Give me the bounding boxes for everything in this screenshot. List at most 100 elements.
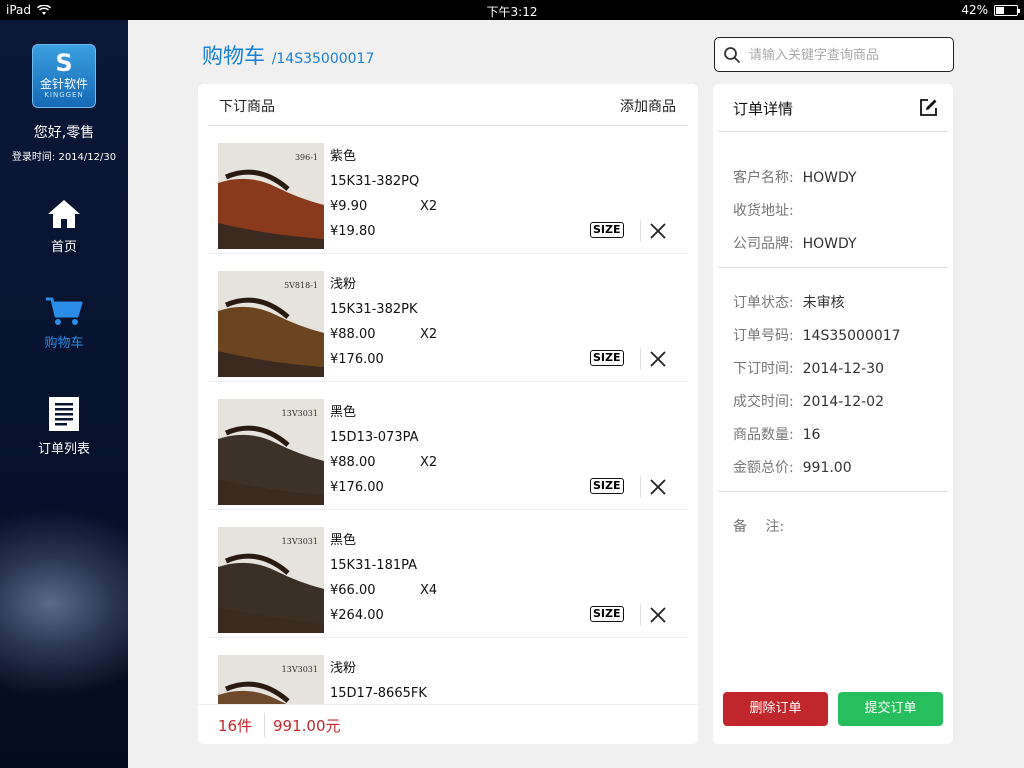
nav-cart-label: 购物车 <box>44 336 84 351</box>
cart-total-count: 16件 <box>218 717 253 735</box>
page-title: 购物车 /14S35000017 <box>202 40 374 70</box>
customer-label: 客户名称: <box>733 170 794 186</box>
product-quantity: X2 <box>420 199 438 214</box>
sidebar: S 金针软件 KINGGEN 您好,零售 登录时间: 2014/12/30 首页… <box>0 20 128 768</box>
app-logo: S 金针软件 KINGGEN <box>32 44 96 108</box>
product-color: 黑色 <box>330 405 357 420</box>
brand-value: HOWDY <box>802 236 857 252</box>
nav-order-list[interactable]: 订单列表 <box>0 396 128 457</box>
product-info: 浅粉 15D17-8665FK <box>330 656 427 704</box>
action-divider <box>640 604 641 626</box>
total-value: 991.00 <box>802 460 852 476</box>
size-button[interactable]: SIZE <box>590 606 624 622</box>
submit-order-button[interactable]: 提交订单 <box>838 692 943 726</box>
status-value: 未审核 <box>802 295 845 311</box>
product-color: 黑色 <box>330 533 357 548</box>
product-subtotal: ¥176.00 <box>330 480 384 495</box>
product-quantity: X2 <box>420 327 438 342</box>
quantity-row: 商品数量: 16 <box>733 424 820 444</box>
product-subtotal: ¥19.80 <box>330 224 376 239</box>
action-divider <box>640 220 641 242</box>
nav-home[interactable]: 首页 <box>0 198 128 255</box>
cart-footer: 16件 991.00元 <box>198 704 698 744</box>
cart-item[interactable]: 13V3031 黑色 15D13-073PA ¥88.00 ¥176.00 X2 SIZE <box>208 382 688 510</box>
product-tag: 396-1 <box>294 153 318 162</box>
remove-item-icon[interactable] <box>648 349 668 369</box>
list-icon <box>49 397 79 431</box>
search-icon <box>724 47 741 64</box>
order-detail-panel: 订单详情 客户名称: HOWDY 收货地址: 公司品牌: HOWDY 订单状态:… <box>713 84 953 744</box>
add-item-button[interactable]: 添加商品 <box>620 96 676 116</box>
action-divider <box>640 476 641 498</box>
cart-item-list[interactable]: 396-1 紫色 15K31-382PQ ¥9.90 ¥19.80 X2 SIZE 5V818… <box>208 126 688 704</box>
product-info: 紫色 15K31-382PQ ¥9.90 ¥19.80 X2 <box>330 144 437 244</box>
product-price: ¥88.00 <box>330 327 376 342</box>
cart-item[interactable]: 5V818-1 浅粉 15K31-382PK ¥88.00 ¥176.00 X2 SIZE <box>208 254 688 382</box>
product-tag: 13V3031 <box>281 665 318 674</box>
total-label: 金额总价: <box>733 460 794 476</box>
cart-total-amount: 991.00元 <box>273 717 341 735</box>
customer-row: 客户名称: HOWDY <box>733 167 857 187</box>
product-price: ¥88.00 <box>330 455 376 470</box>
footer-divider <box>264 713 265 737</box>
shoe-photo <box>218 655 324 704</box>
address-label: 收货地址: <box>733 203 794 219</box>
nav-home-label: 首页 <box>50 240 77 255</box>
action-divider <box>640 348 641 370</box>
order-detail-header: 订单详情 <box>718 84 948 132</box>
status-row: 订单状态: 未审核 <box>733 292 845 312</box>
cart-item[interactable]: 13V3031 黑色 15K31-181PA ¥66.00 ¥264.00 X4 SIZE <box>208 510 688 638</box>
product-tag: 13V3031 <box>281 409 318 418</box>
size-button[interactable]: SIZE <box>590 350 624 366</box>
status-bar: iPad 下午3:12 42% <box>0 0 1024 20</box>
cart-item[interactable]: 396-1 紫色 15K31-382PQ ¥9.90 ¥19.80 X2 SIZE <box>208 126 688 254</box>
order-time-label: 下订时间: <box>733 361 794 377</box>
size-button[interactable]: SIZE <box>590 478 624 494</box>
remove-item-icon[interactable] <box>648 605 668 625</box>
size-button[interactable]: SIZE <box>590 222 624 238</box>
product-image: 396-1 <box>218 143 324 249</box>
product-subtotal: ¥176.00 <box>330 352 384 367</box>
search-box[interactable] <box>714 37 954 72</box>
page-title-text: 购物车 <box>202 44 265 68</box>
cart-panel: 下订商品 添加商品 396-1 紫色 15K31-382PQ ¥9.90 ¥19.80 X… <box>198 84 698 744</box>
product-info: 浅粉 15K31-382PK ¥88.00 ¥176.00 X2 <box>330 272 437 372</box>
deal-time-label: 成交时间: <box>733 394 794 410</box>
edit-icon[interactable] <box>919 98 938 117</box>
remove-item-icon[interactable] <box>648 221 668 241</box>
product-tag: 13V3031 <box>281 537 318 546</box>
main-content: 购物车 /14S35000017 下订商品 添加商品 396-1 紫色 15K31-… <box>128 20 1024 768</box>
order-time-value: 2014-12-30 <box>802 361 884 377</box>
product-image: 13V3031 <box>218 399 324 505</box>
order-code: /14S35000017 <box>271 51 375 67</box>
product-tag: 5V818-1 <box>284 281 318 290</box>
total-row: 金额总价: 991.00 <box>733 457 852 477</box>
product-image: 13V3031 <box>218 527 324 633</box>
product-image: 13V3031 <box>218 655 324 704</box>
product-quantity: X2 <box>420 455 438 470</box>
logo-name: 金针软件 <box>39 77 88 91</box>
product-color: 浅粉 <box>330 277 357 292</box>
product-sku: 15D17-8665FK <box>330 686 427 701</box>
remove-item-icon[interactable] <box>648 477 668 497</box>
clock: 下午3:12 <box>486 5 538 19</box>
remark-row[interactable]: 备 注: <box>733 516 793 536</box>
cart-item[interactable]: 13V3031 浅粉 15D17-8665FK <box>208 638 688 704</box>
order-time-row: 下订时间: 2014-12-30 <box>733 358 884 378</box>
product-info: 黑色 15K31-181PA ¥66.00 ¥264.00 X4 <box>330 528 437 628</box>
search-input[interactable] <box>749 44 944 66</box>
home-icon <box>48 200 80 228</box>
deal-time-value: 2014-12-02 <box>802 394 884 410</box>
product-price: ¥9.90 <box>330 199 368 214</box>
nav-cart[interactable]: 购物车 <box>0 296 128 351</box>
delete-order-button[interactable]: 删除订单 <box>723 692 828 726</box>
order-number-row: 订单号码: 14S35000017 <box>733 325 901 345</box>
nav-order-list-label: 订单列表 <box>37 442 90 457</box>
divider <box>718 491 948 492</box>
product-quantity: X4 <box>420 583 438 598</box>
product-color: 浅粉 <box>330 661 357 676</box>
customer-value: HOWDY <box>802 170 857 186</box>
cart-header: 下订商品 添加商品 <box>208 84 688 126</box>
product-sku: 15K31-382PK <box>330 302 418 317</box>
product-sku: 15K31-181PA <box>330 558 418 573</box>
